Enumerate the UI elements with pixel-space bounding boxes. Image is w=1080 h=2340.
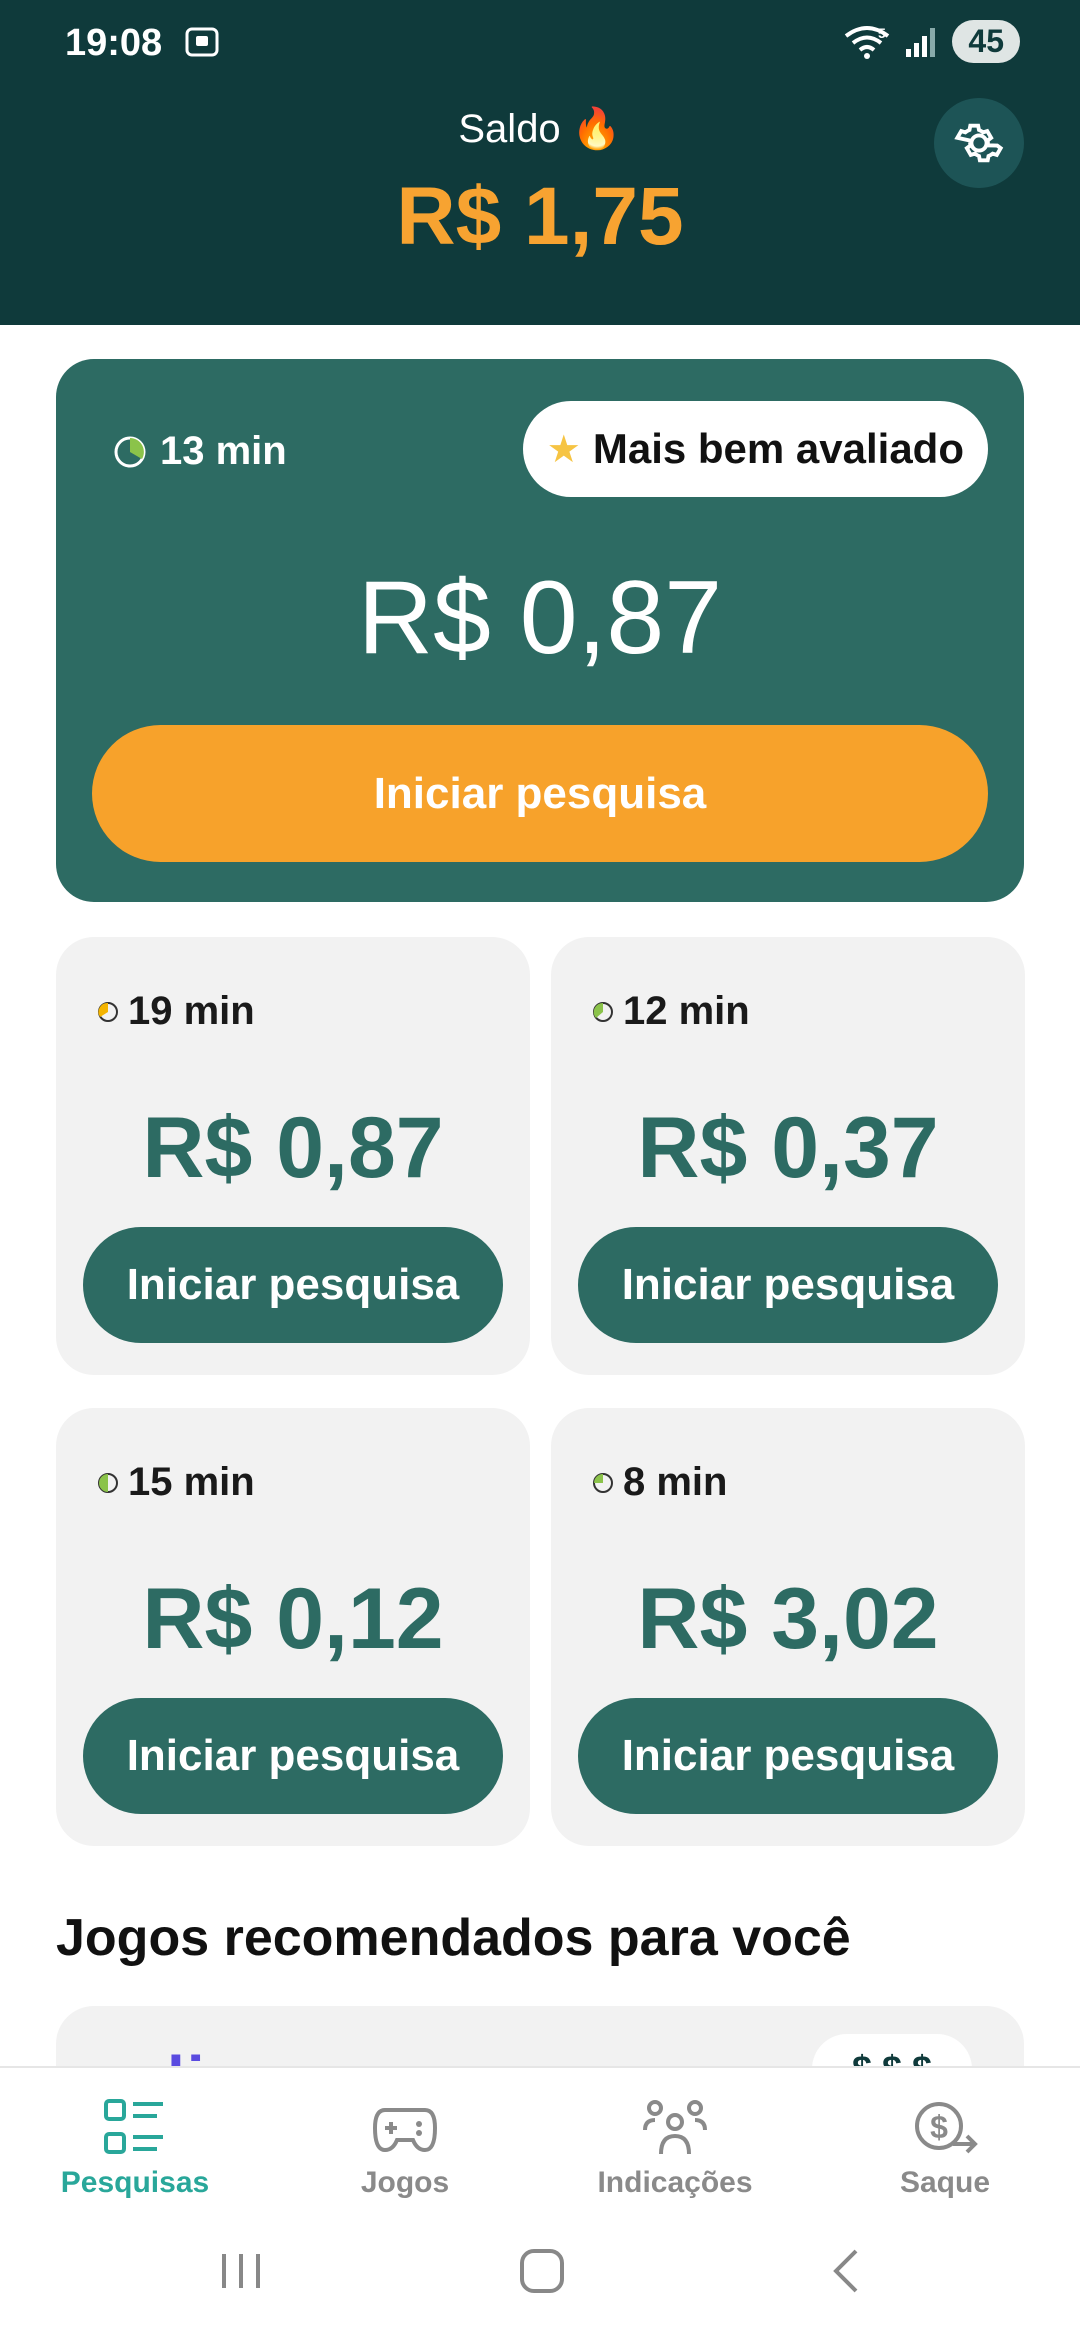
svg-text:$: $ [930,2109,948,2145]
battery-indicator: 45 [952,20,1020,63]
survey-card: 12 min R$ 0,37 Iniciar pesquisa [551,937,1025,1375]
people-icon [643,2100,707,2155]
survey-card: 19 min R$ 0,87 Iniciar pesquisa [56,937,530,1375]
game-reward-pill: $ $ $ [812,2034,972,2066]
survey-duration-text: 15 min [128,1460,255,1504]
start-survey-button[interactable]: Iniciar pesquisa [578,1227,998,1343]
start-survey-button[interactable]: Iniciar pesquisa [92,725,988,862]
survey-reward: R$ 3,02 [637,1571,939,1667]
survey-duration: 8 min [591,1460,727,1505]
start-survey-button[interactable]: Iniciar pesquisa [578,1698,998,1814]
survey-reward: R$ 0,37 [637,1100,939,1196]
recent-apps-icon[interactable] [216,2246,266,2296]
timer-icon [98,1001,118,1022]
nav-item-indicacoes[interactable]: Indicações [540,2068,810,2224]
gamepad-icon [372,2108,438,2153]
home-icon[interactable] [517,2246,567,2296]
balance-label: Saldo 🔥 [0,105,1080,152]
top-rated-badge: ★ Mais bem avaliado [522,401,988,497]
survey-reward: R$ 0,12 [142,1571,444,1667]
start-survey-button[interactable]: Iniciar pesquisa [83,1227,503,1343]
fire-icon: 🔥 [571,107,622,151]
game-logo: adjoe [108,2042,285,2066]
settings-button[interactable] [934,98,1024,188]
survey-duration-text: 8 min [623,1460,728,1504]
bottom-navigation: Pesquisas Jogos Indicações $ Saque [0,2066,1080,2224]
survey-duration: 19 min [96,989,255,1034]
list-icon [104,2099,163,2154]
badge-label: Mais bem avaliado [592,425,964,472]
nav-label: Jogos [360,2166,450,2199]
featured-reward: R$ 0,87 [357,560,723,676]
nav-item-saque[interactable]: $ Saque [810,2068,1080,2224]
wifi-icon: 5 [845,25,890,59]
survey-card: 15 min R$ 0,12 Iniciar pesquisa [56,1408,530,1846]
cash-out-icon: $ [915,2102,978,2154]
gear-icon [954,123,1004,163]
survey-reward: R$ 0,87 [142,1100,444,1196]
nav-label: Indicações [597,2166,753,2199]
screen-record-icon [185,27,219,57]
survey-duration-text: 19 min [128,989,255,1033]
timer-icon [98,1472,118,1493]
game-offer-card[interactable]: adjoe $ $ $ [56,2006,1024,2066]
survey-duration-text: 12 min [623,989,750,1033]
status-icons: 5 45 [844,20,1020,63]
featured-duration-text: 13 min [160,429,287,473]
timer-icon [114,436,146,467]
featured-duration: 13 min [112,429,287,474]
back-icon[interactable] [822,2246,872,2296]
start-survey-button[interactable]: Iniciar pesquisa [83,1698,503,1814]
survey-duration: 15 min [96,1460,255,1505]
nav-item-jogos[interactable]: Jogos [270,2068,540,2224]
balance-label-text: Saldo [458,107,561,151]
svg-text:5: 5 [878,25,886,41]
timer-icon [593,1001,613,1022]
system-navigation-bar [0,2222,1080,2340]
timer-icon [593,1472,613,1493]
nav-item-pesquisas[interactable]: Pesquisas [0,2068,270,2224]
games-section-title: Jogos recomendados para você [56,1909,851,1967]
status-time: 19:08 [65,22,163,64]
balance-value: R$ 1,75 [396,171,684,262]
signal-icon [906,27,936,57]
featured-survey-card: 13 min ★ Mais bem avaliado R$ 0,87 Inici… [56,359,1024,902]
nav-label: Pesquisas [60,2166,210,2199]
nav-label: Saque [899,2166,991,2199]
app-header: 19:08 5 45 Saldo 🔥 R$ 1,75 [0,0,1080,325]
survey-card: 8 min R$ 3,02 Iniciar pesquisa [551,1408,1025,1846]
star-icon: ★ [546,428,581,471]
survey-duration: 12 min [591,989,750,1034]
